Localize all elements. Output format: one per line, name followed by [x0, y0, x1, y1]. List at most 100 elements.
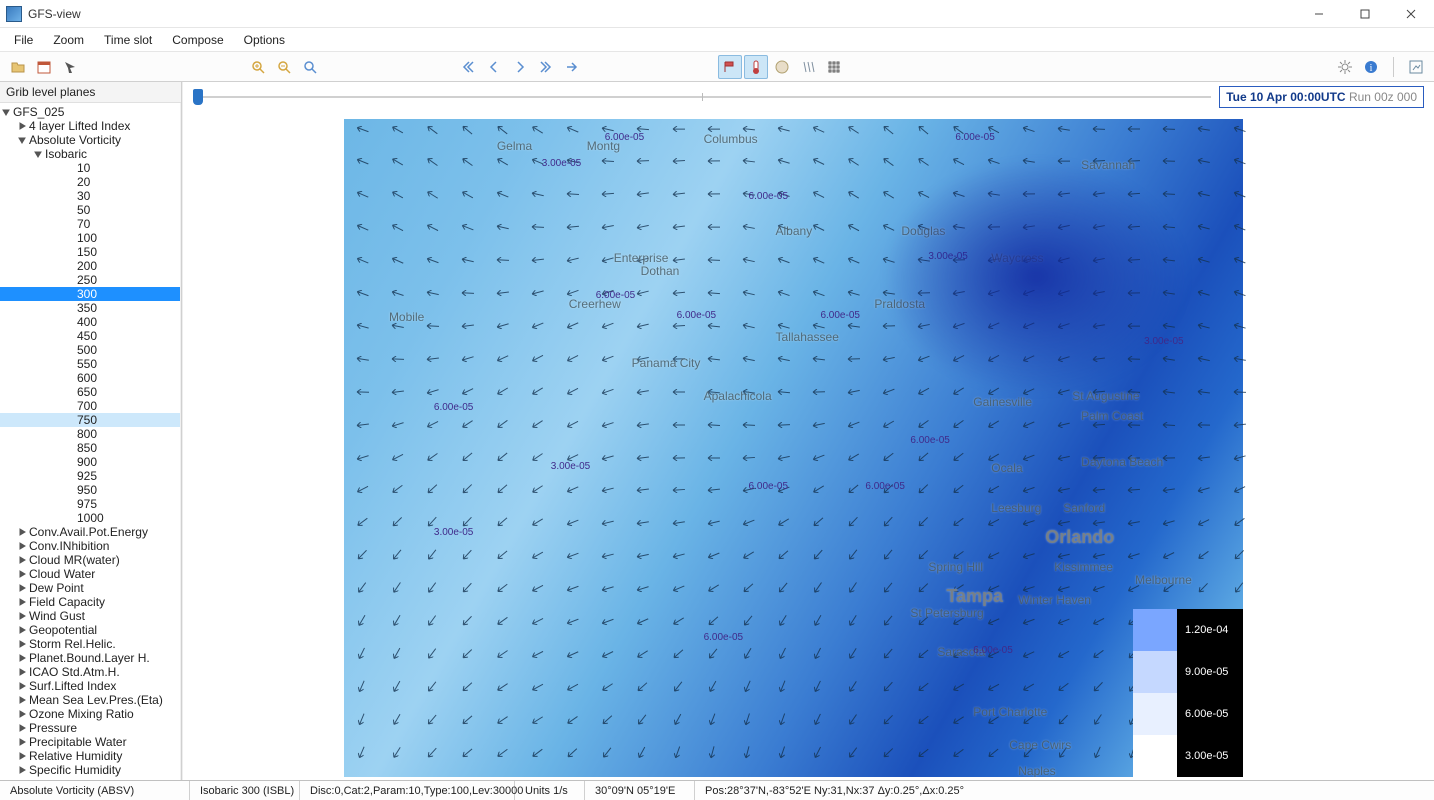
map-canvas[interactable]: ColumbusGelmaMontgSavannahDothanEnterpri… [193, 118, 1424, 778]
wind-arrow [704, 191, 720, 197]
wind-arrow [984, 256, 1001, 265]
zoom-fit-icon[interactable] [298, 55, 322, 79]
tree-variable[interactable]: Precipitable Water [0, 735, 180, 749]
wind-arrow [1089, 190, 1106, 198]
tree-level-100[interactable]: 100 [0, 231, 180, 245]
tree-level-650[interactable]: 650 [0, 385, 180, 399]
tree-level-975[interactable]: 975 [0, 497, 180, 511]
tree-level-300[interactable]: 300 [0, 287, 180, 301]
tree-variable[interactable]: Storm Rel.Helic. [0, 637, 180, 651]
wind-arrow [493, 483, 509, 498]
wind-arrow [458, 290, 474, 297]
tree-level-70[interactable]: 70 [0, 217, 180, 231]
tree-item-label: 20 [77, 175, 90, 189]
maximize-button[interactable] [1342, 0, 1388, 28]
tree-level-950[interactable]: 950 [0, 483, 180, 497]
wind-arrow [1229, 123, 1246, 134]
wind-arrow [810, 581, 824, 598]
tree-level-30[interactable]: 30 [0, 189, 180, 203]
tree-level-500[interactable]: 500 [0, 343, 180, 357]
tree-level-350[interactable]: 350 [0, 301, 180, 315]
settings-icon[interactable] [1333, 55, 1357, 79]
tree-variable[interactable]: Field Capacity [0, 595, 180, 609]
tree-variable[interactable]: Conv.Avail.Pot.Energy [0, 525, 180, 539]
wind-arrow [388, 356, 404, 363]
tree-level-450[interactable]: 450 [0, 329, 180, 343]
wind-arrow [879, 713, 895, 729]
tree-level-700[interactable]: 700 [0, 399, 180, 413]
tree-item-label: 50 [77, 203, 90, 217]
tree-variable[interactable]: Dew Point [0, 581, 180, 595]
tree-variable[interactable]: Mean Sea Lev.Pres.(Eta) [0, 693, 180, 707]
tree-level-400[interactable]: 400 [0, 315, 180, 329]
wind-arrow [1124, 356, 1140, 363]
menu-zoom[interactable]: Zoom [43, 29, 94, 51]
tree-level-850[interactable]: 850 [0, 441, 180, 455]
time-slider-handle[interactable] [193, 89, 203, 105]
close-button[interactable] [1388, 0, 1434, 28]
zoom-in-icon[interactable] [246, 55, 270, 79]
step-first-icon[interactable] [456, 55, 480, 79]
precip-layer-icon[interactable] [796, 55, 820, 79]
pressure-layer-icon[interactable] [770, 55, 794, 79]
zoom-out-icon[interactable] [272, 55, 296, 79]
tree-variable[interactable]: Cloud Water [0, 567, 180, 581]
tree-variable[interactable]: 4 layer Lifted Index [0, 119, 180, 133]
tree-level-250[interactable]: 250 [0, 273, 180, 287]
menu-file[interactable]: File [4, 29, 43, 51]
tree-level-800[interactable]: 800 [0, 427, 180, 441]
tree-variable[interactable]: ICAO Std.Atm.H. [0, 665, 180, 679]
temperature-layer-icon[interactable] [744, 55, 768, 79]
tree-level-900[interactable]: 900 [0, 455, 180, 469]
tree-variable[interactable]: Wind Gust [0, 609, 180, 623]
tree-level-150[interactable]: 150 [0, 245, 180, 259]
wind-layer-icon[interactable] [718, 55, 742, 79]
tree-variable[interactable]: Relative Humidity [0, 749, 180, 763]
tree-variable[interactable]: Pressure [0, 721, 180, 735]
tree-variable[interactable]: Cloud MR(water) [0, 553, 180, 567]
wind-arrow [493, 582, 509, 597]
select-tool-icon[interactable] [58, 55, 82, 79]
tree-variable[interactable]: Surf.Lifted Index [0, 679, 180, 693]
go-icon[interactable] [560, 55, 584, 79]
tree-level-200[interactable]: 200 [0, 259, 180, 273]
step-forward-icon[interactable] [508, 55, 532, 79]
wind-arrow [1194, 422, 1210, 428]
info-icon[interactable]: i [1359, 55, 1383, 79]
wind-arrow [598, 713, 614, 728]
tree-variable[interactable]: Geopotential [0, 623, 180, 637]
tree-level-20[interactable]: 20 [0, 175, 180, 189]
tree-variable[interactable]: Planet.Bound.Layer H. [0, 651, 180, 665]
tree-dataset[interactable]: GFS_025 [0, 105, 180, 119]
tree-view[interactable]: GFS_0254 layer Lifted IndexAbsolute Vort… [0, 103, 181, 780]
wind-arrow [493, 353, 510, 365]
menu-options[interactable]: Options [234, 29, 295, 51]
legend: 1.20e-049.00e-056.00e-053.00e-05 [1133, 609, 1243, 777]
menu-time-slot[interactable]: Time slot [94, 29, 162, 51]
tree-variable[interactable]: Specific Humidity [0, 763, 180, 777]
tree-variable[interactable]: Conv.INhibition [0, 539, 180, 553]
tree-level-600[interactable]: 600 [0, 371, 180, 385]
menu-compose[interactable]: Compose [162, 29, 233, 51]
tree-level-50[interactable]: 50 [0, 203, 180, 217]
tree-level-550[interactable]: 550 [0, 357, 180, 371]
wind-arrow [1230, 549, 1246, 565]
tree-level-1000[interactable]: 1000 [0, 511, 180, 525]
step-last-icon[interactable] [534, 55, 558, 79]
wind-arrow [1124, 290, 1140, 296]
step-back-icon[interactable] [482, 55, 506, 79]
tree-level-750[interactable]: 750 [0, 413, 180, 427]
wind-arrow [493, 450, 509, 465]
tree-isobaric[interactable]: Isobaric [0, 147, 180, 161]
time-slider[interactable] [193, 87, 1211, 107]
grid-layer-icon[interactable] [822, 55, 846, 79]
tree-level-10[interactable]: 10 [0, 161, 180, 175]
open-file-icon[interactable] [6, 55, 30, 79]
calendar-icon[interactable] [32, 55, 56, 79]
tree-variable-active[interactable]: Absolute Vorticity [0, 133, 180, 147]
minimize-button[interactable] [1296, 0, 1342, 28]
tree-variable[interactable]: Ozone Mixing Ratio [0, 707, 180, 721]
tree-level-925[interactable]: 925 [0, 469, 180, 483]
wind-arrow [774, 549, 790, 564]
export-icon[interactable] [1404, 55, 1428, 79]
